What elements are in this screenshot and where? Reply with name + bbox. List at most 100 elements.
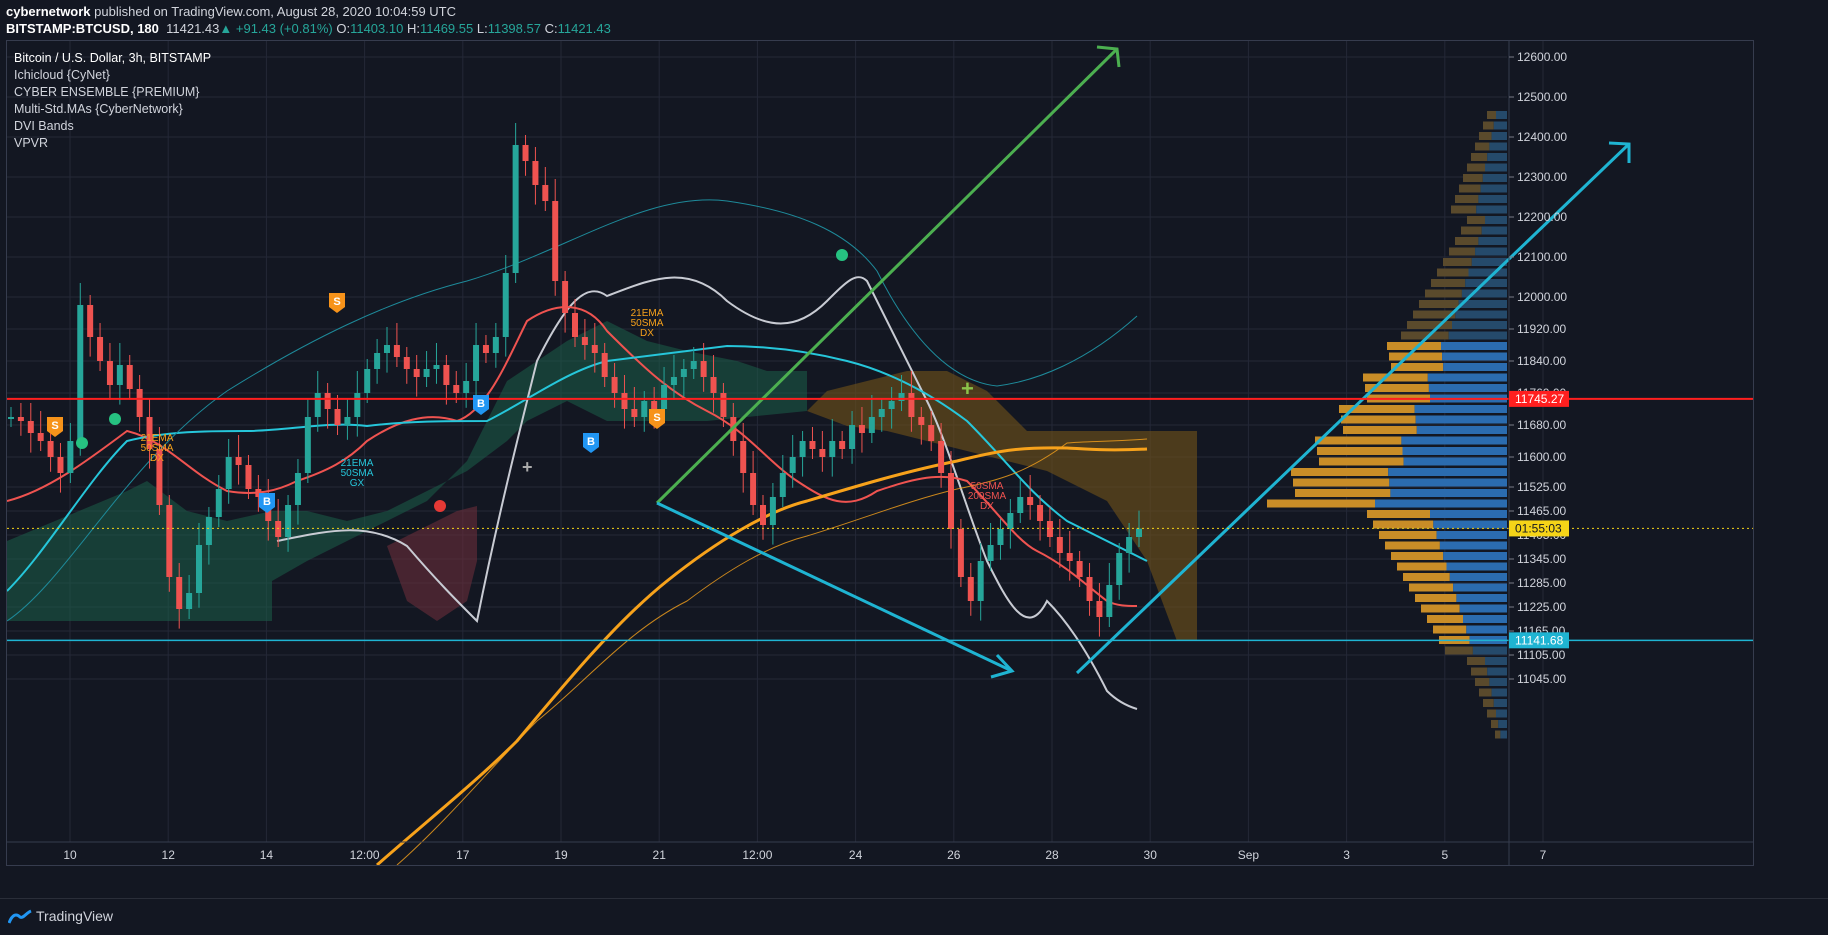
candle-body[interactable]	[166, 505, 173, 577]
candle-body[interactable]	[908, 393, 915, 417]
candle-body[interactable]	[1116, 553, 1123, 585]
candle-body[interactable]	[710, 377, 717, 393]
candle-body[interactable]	[581, 337, 588, 345]
candle-body[interactable]	[720, 393, 727, 417]
candle-body[interactable]	[364, 369, 371, 393]
candle-body[interactable]	[443, 365, 450, 385]
candle-body[interactable]	[878, 409, 885, 417]
candle-body[interactable]	[1046, 521, 1053, 537]
candle-body[interactable]	[562, 281, 569, 313]
candle-body[interactable]	[453, 385, 460, 393]
symbol-label[interactable]: BITSTAMP:BTCUSD, 180	[6, 21, 159, 36]
chart-area[interactable]: + + SSSBBB 21EMA 50SMA DX 21EMA 50SMA GX 21EMA…	[6, 40, 1754, 866]
candle-body[interactable]	[928, 425, 935, 441]
candle-body[interactable]	[670, 377, 677, 385]
candle-body[interactable]	[799, 441, 806, 457]
candle-body[interactable]	[285, 505, 292, 537]
candle-body[interactable]	[37, 433, 44, 441]
candle-body[interactable]	[275, 521, 282, 537]
candle-body[interactable]	[661, 385, 668, 409]
candle-body[interactable]	[1037, 505, 1044, 521]
candle-body[interactable]	[789, 457, 796, 473]
candle-body[interactable]	[1056, 537, 1063, 553]
price-axis[interactable]: 12600.00 12500.00 12400.00 12300.00 12200.00…	[1508, 41, 1567, 865]
candle-body[interactable]	[17, 417, 24, 421]
candle-body[interactable]	[205, 517, 212, 545]
legend-ichicloud[interactable]: Ichicloud {CyNet}	[14, 67, 211, 84]
candle-body[interactable]	[225, 457, 232, 489]
candle-body[interactable]	[344, 417, 351, 425]
candle-body[interactable]	[57, 457, 64, 473]
candle-body[interactable]	[463, 381, 470, 393]
candle-body[interactable]	[700, 361, 707, 377]
legend-dvi-bands[interactable]: DVI Bands	[14, 118, 211, 135]
candle-body[interactable]	[176, 577, 183, 609]
candle-body[interactable]	[245, 465, 252, 489]
candle-body[interactable]	[1027, 497, 1034, 505]
candle-body[interactable]	[690, 361, 697, 369]
candle-body[interactable]	[888, 401, 895, 409]
candle-body[interactable]	[750, 473, 757, 505]
legend-symbol[interactable]: Bitcoin / U.S. Dollar, 3h, BITSTAMP	[14, 50, 211, 67]
candle-body[interactable]	[552, 201, 559, 281]
candle-body[interactable]	[601, 353, 608, 377]
candle-body[interactable]	[1136, 528, 1142, 537]
candle-body[interactable]	[760, 505, 766, 525]
candle-body[interactable]	[868, 417, 875, 433]
candle-body[interactable]	[522, 145, 529, 161]
tradingview-brand[interactable]: TradingView	[36, 908, 113, 924]
candle-body[interactable]	[572, 313, 578, 337]
candle-body[interactable]	[67, 441, 74, 473]
legend-vpvr[interactable]: VPVR	[14, 135, 211, 152]
candle-body[interactable]	[354, 393, 361, 417]
candle-body[interactable]	[1076, 561, 1083, 577]
candle-body[interactable]	[1086, 577, 1093, 601]
candle-body[interactable]	[235, 457, 242, 465]
candle-body[interactable]	[393, 345, 400, 357]
candle-body[interactable]	[423, 369, 430, 377]
candle-body[interactable]	[502, 273, 509, 337]
candle-body[interactable]	[77, 305, 84, 441]
candle-body[interactable]	[977, 561, 984, 601]
candle-body[interactable]	[384, 345, 390, 353]
publisher-name[interactable]: cybernetwork	[6, 4, 91, 19]
candle-body[interactable]	[967, 577, 974, 601]
candle-body[interactable]	[1066, 553, 1073, 561]
candle-body[interactable]	[680, 369, 687, 377]
candle-body[interactable]	[186, 593, 193, 609]
candle-body[interactable]	[948, 473, 954, 529]
candle-body[interactable]	[987, 545, 994, 561]
candle-body[interactable]	[126, 365, 133, 389]
candle-body[interactable]	[651, 401, 658, 409]
candle-body[interactable]	[433, 365, 440, 369]
tradingview-logo-icon[interactable]	[8, 909, 32, 925]
candle-body[interactable]	[839, 441, 846, 449]
candle-body[interactable]	[1017, 497, 1024, 513]
candle-body[interactable]	[641, 401, 648, 417]
candle-body[interactable]	[631, 409, 638, 417]
candle-body[interactable]	[918, 417, 925, 425]
candle-body[interactable]	[482, 345, 489, 353]
candle-body[interactable]	[532, 161, 539, 185]
candle-body[interactable]	[136, 389, 143, 417]
candle-body[interactable]	[542, 185, 549, 201]
candle-body[interactable]	[809, 441, 816, 449]
candle-body[interactable]	[819, 449, 826, 457]
legend-cyber-ensemble[interactable]: CYBER ENSEMBLE {PREMIUM}	[14, 84, 211, 101]
candle-body[interactable]	[97, 337, 104, 361]
candle-body[interactable]	[938, 441, 945, 473]
candle-body[interactable]	[294, 473, 301, 505]
candle-body[interactable]	[106, 361, 113, 385]
candle-body[interactable]	[779, 473, 786, 497]
candle-body[interactable]	[116, 365, 123, 385]
candle-body[interactable]	[314, 393, 321, 417]
candle-body[interactable]	[196, 545, 202, 593]
candle-body[interactable]	[858, 425, 865, 433]
time-axis[interactable]: 10 12 14 12:00 17 19 21 12:00 24 26 28 30 Sep 3 5 7	[7, 841, 1753, 862]
candle-body[interactable]	[740, 441, 747, 473]
candle-body[interactable]	[769, 497, 776, 525]
candle-body[interactable]	[47, 441, 54, 457]
price-chart[interactable]: + + SSSBBB 21EMA50SMADX 21EMA50SMAGX21EMA…	[7, 41, 1753, 865]
candle-body[interactable]	[957, 529, 964, 577]
candle-body[interactable]	[304, 417, 311, 473]
